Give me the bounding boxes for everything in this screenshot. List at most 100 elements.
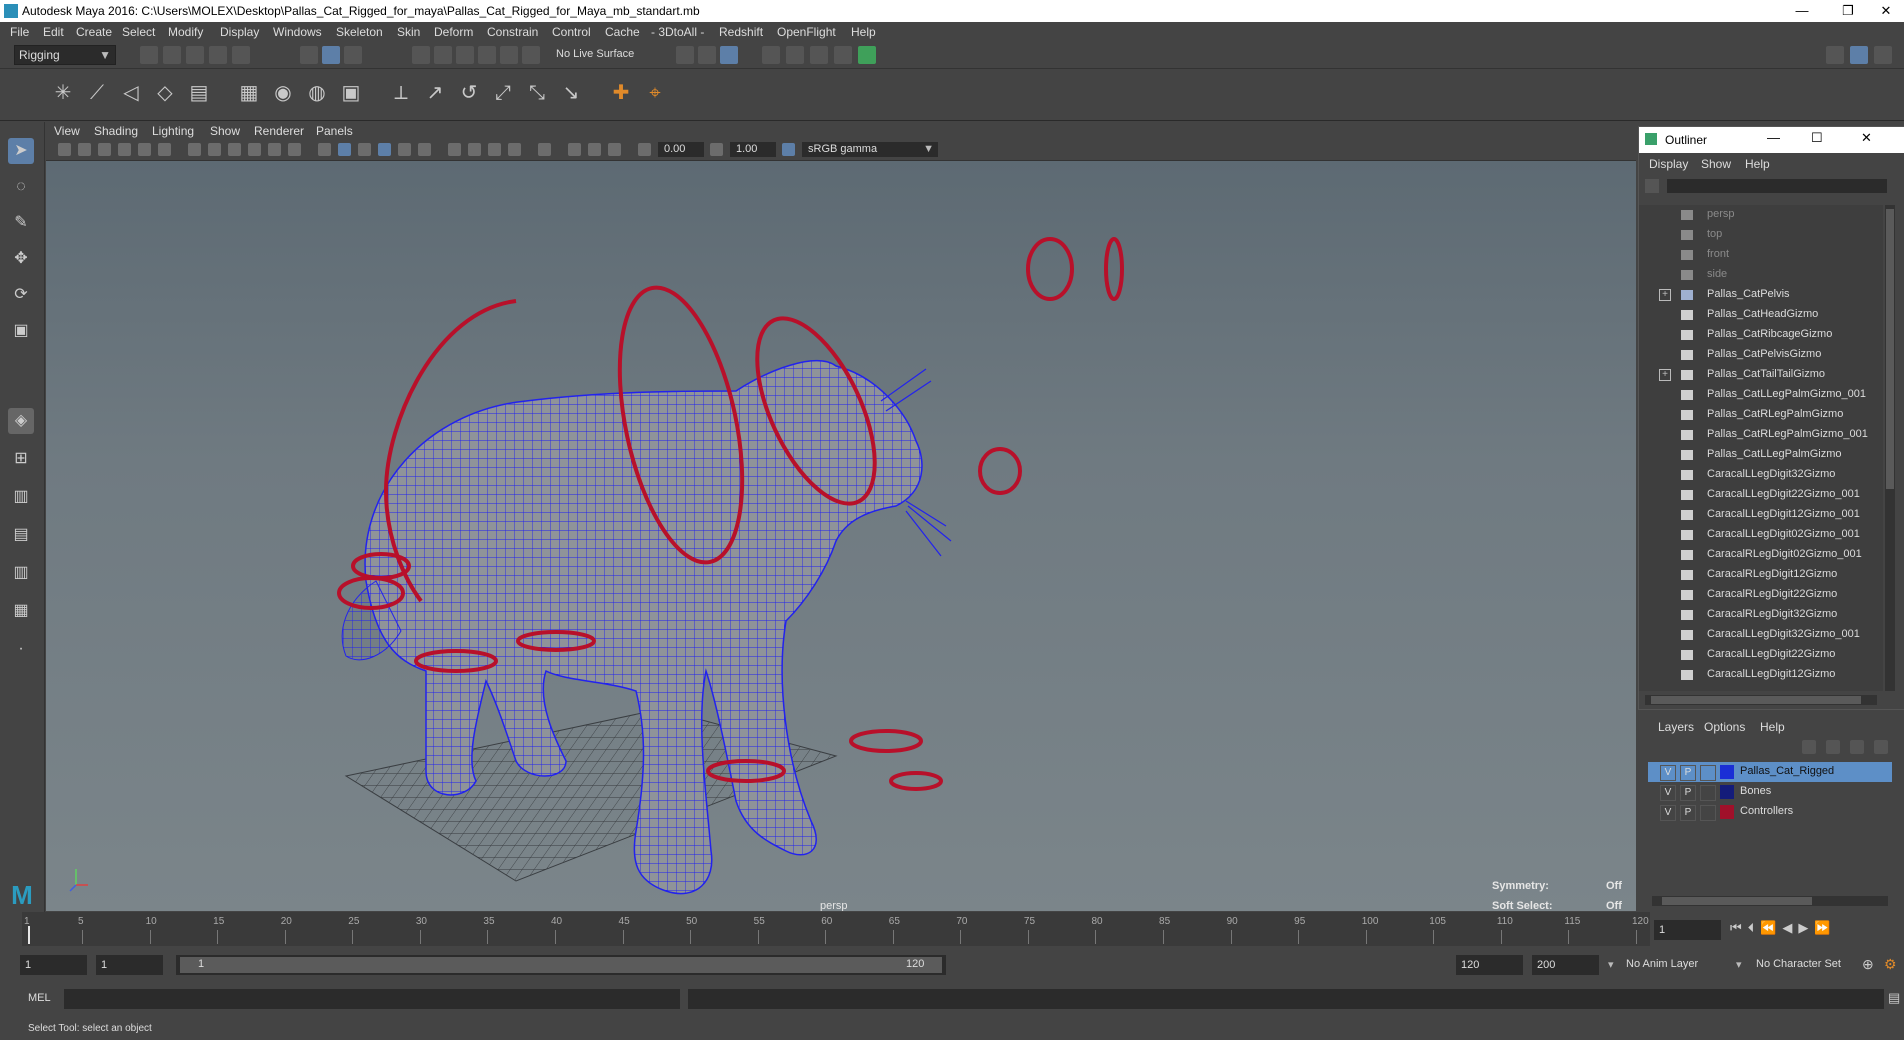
play-forward-icon[interactable]: ▶ bbox=[1798, 920, 1814, 935]
rotate-tool-icon[interactable]: ⟳ bbox=[8, 282, 34, 308]
image-plane-icon[interactable] bbox=[118, 143, 131, 156]
layer-color-swatch[interactable] bbox=[1720, 785, 1734, 799]
menu-windows[interactable]: Windows bbox=[273, 25, 322, 39]
parent-constraint-icon[interactable]: ⤡ bbox=[522, 78, 552, 108]
outliner-item[interactable]: Pallas_CatLLegPalmGizmo_001 bbox=[1639, 385, 1879, 405]
menu-cache[interactable]: Cache bbox=[605, 25, 640, 39]
animation-end-field[interactable]: 200 bbox=[1532, 955, 1599, 975]
set-driven-key-icon[interactable]: ⌖ bbox=[640, 78, 670, 108]
layer-playback-toggle[interactable]: P bbox=[1680, 785, 1696, 801]
color-management-icon[interactable] bbox=[782, 143, 795, 156]
smooth-shade-icon[interactable] bbox=[338, 143, 351, 156]
shadows-icon[interactable] bbox=[418, 143, 431, 156]
script-language-label[interactable]: MEL bbox=[28, 992, 51, 1004]
outliner-item[interactable]: persp bbox=[1639, 205, 1879, 225]
render-view-icon[interactable] bbox=[858, 46, 876, 64]
pole-vector-icon[interactable]: ↘ bbox=[556, 78, 586, 108]
playback-controls[interactable]: ⏮⏴⏪◀▶⏩ bbox=[1730, 920, 1904, 940]
redo-icon[interactable] bbox=[232, 46, 250, 64]
outliner-vertical-scrollbar[interactable] bbox=[1885, 205, 1895, 691]
hypershade-layout-icon[interactable]: ▦ bbox=[8, 598, 34, 624]
menu-help[interactable]: Help bbox=[851, 25, 876, 39]
outliner-item[interactable]: CaracalRLegDigit02Gizmo_001 bbox=[1639, 545, 1879, 565]
point-constraint-icon[interactable]: ⟂ bbox=[386, 78, 416, 108]
anti-aliasing-icon[interactable] bbox=[488, 143, 501, 156]
sculpt-deformer-icon[interactable]: ◍ bbox=[302, 78, 332, 108]
play-backward-icon[interactable]: ◀ bbox=[1782, 920, 1798, 935]
lasso-tool-icon[interactable]: ◌ bbox=[8, 174, 34, 200]
undo-icon[interactable] bbox=[209, 46, 227, 64]
outliner-item[interactable]: Pallas_CatLLegPalmGizmo bbox=[1639, 445, 1879, 465]
outliner-item[interactable]: side bbox=[1639, 265, 1879, 285]
select-tool-icon[interactable]: ➤ bbox=[8, 138, 34, 164]
render-current-frame-icon[interactable] bbox=[762, 46, 780, 64]
snap-view-icon[interactable] bbox=[478, 46, 496, 64]
2d-pan-zoom-icon[interactable] bbox=[138, 143, 151, 156]
chevron-down-icon[interactable]: ▾ bbox=[1736, 958, 1742, 971]
construction-history-icon[interactable] bbox=[720, 46, 738, 64]
view-transform-dropdown[interactable]: sRGB gamma ▼ bbox=[802, 142, 938, 157]
layer-display-type-toggle[interactable] bbox=[1700, 785, 1716, 801]
perspective-viewport[interactable]: Symmetry: Off Soft Select: Off persp bbox=[46, 161, 1636, 911]
layers-menu-help[interactable]: Help bbox=[1760, 720, 1785, 734]
outliner-item[interactable]: CaracalLLegDigit32Gizmo_001 bbox=[1639, 625, 1879, 645]
bookmark-icon[interactable] bbox=[98, 143, 111, 156]
outliner-item[interactable]: CaracalRLegDigit32Gizmo bbox=[1639, 605, 1879, 625]
bind-skin-icon[interactable]: ▤ bbox=[184, 78, 214, 108]
camera-attributes-icon[interactable] bbox=[78, 143, 91, 156]
menu-openflight[interactable]: OpenFlight bbox=[777, 25, 836, 39]
menu-3dtoall[interactable]: - 3DtoAll - bbox=[651, 25, 704, 39]
outliner-search-input[interactable] bbox=[1667, 179, 1887, 193]
lattice-icon[interactable]: ▦ bbox=[234, 78, 264, 108]
save-scene-icon[interactable] bbox=[186, 46, 204, 64]
gamma-icon[interactable] bbox=[710, 143, 723, 156]
menu-display[interactable]: Display bbox=[220, 25, 259, 39]
outliner-item[interactable]: Pallas_CatHeadGizmo bbox=[1639, 305, 1879, 325]
exposure-icon[interactable] bbox=[638, 143, 651, 156]
menu-create[interactable]: Create bbox=[76, 25, 112, 39]
persp-layout-icon[interactable]: ▥ bbox=[8, 560, 34, 586]
current-time-indicator[interactable] bbox=[28, 926, 30, 944]
joint-tool-icon[interactable]: ✳ bbox=[48, 78, 78, 108]
layers-horizontal-scrollbar[interactable] bbox=[1652, 896, 1888, 906]
grease-pencil-icon[interactable] bbox=[158, 143, 171, 156]
menu-edit[interactable]: Edit bbox=[43, 25, 64, 39]
layer-visibility-toggle[interactable]: V bbox=[1660, 785, 1676, 801]
select-object-icon[interactable] bbox=[322, 46, 340, 64]
render-settings-icon[interactable] bbox=[810, 46, 828, 64]
ik-spline-icon[interactable]: ◁ bbox=[116, 78, 146, 108]
step-back-icon[interactable]: ⏴ bbox=[1748, 920, 1761, 935]
script-editor-icon[interactable]: ▤ bbox=[1888, 990, 1900, 1006]
safe-action-icon[interactable] bbox=[288, 143, 301, 156]
layer-display-type-toggle[interactable] bbox=[1700, 765, 1716, 781]
outliner-menu-show[interactable]: Show bbox=[1701, 157, 1731, 171]
vp-menu-panels[interactable]: Panels bbox=[316, 124, 353, 138]
film-gate-icon[interactable] bbox=[208, 143, 221, 156]
menu-select[interactable]: Select bbox=[122, 25, 155, 39]
outliner-item[interactable]: Pallas_CatRibcageGizmo bbox=[1639, 325, 1879, 345]
snap-point-icon[interactable] bbox=[456, 46, 474, 64]
outliner-item[interactable]: front bbox=[1639, 245, 1879, 265]
orient-constraint-icon[interactable]: ↺ bbox=[454, 78, 484, 108]
outliner-item[interactable]: top bbox=[1639, 225, 1879, 245]
xray-joints-icon[interactable] bbox=[588, 143, 601, 156]
wrap-deformer-icon[interactable]: ▣ bbox=[336, 78, 366, 108]
wireframe-on-shaded-icon[interactable] bbox=[358, 143, 371, 156]
time-slider[interactable]: 1 5 10 15 20 25 30 35 40 45 50 55 60 65 70 75 80 85 90 95 10… bbox=[22, 912, 1650, 946]
outliner-item[interactable]: CaracalLLegDigit12Gizmo bbox=[1639, 665, 1879, 685]
animation-preferences-icon[interactable]: ⚙ bbox=[1884, 956, 1897, 973]
menu-deform[interactable]: Deform bbox=[434, 25, 473, 39]
outliner-item[interactable]: CaracalLLegDigit22Gizmo bbox=[1639, 645, 1879, 665]
close-button[interactable]: ✕ bbox=[1864, 0, 1904, 22]
outliner-menu-display[interactable]: Display bbox=[1649, 157, 1688, 171]
auto-key-icon[interactable]: ⊕ bbox=[1862, 956, 1874, 973]
move-tool-icon[interactable]: ✥ bbox=[8, 246, 34, 272]
hypershade-icon[interactable] bbox=[834, 46, 852, 64]
layer-playback-toggle[interactable]: P bbox=[1680, 805, 1696, 821]
persp-graph-layout-icon[interactable]: ▤ bbox=[8, 522, 34, 548]
layers-menu-options[interactable]: Options bbox=[1704, 720, 1745, 734]
layer-visibility-toggle[interactable]: V bbox=[1660, 765, 1676, 781]
vp-menu-view[interactable]: View bbox=[54, 124, 80, 138]
snap-surface-icon[interactable] bbox=[500, 46, 518, 64]
gate-mask-icon[interactable] bbox=[248, 143, 261, 156]
